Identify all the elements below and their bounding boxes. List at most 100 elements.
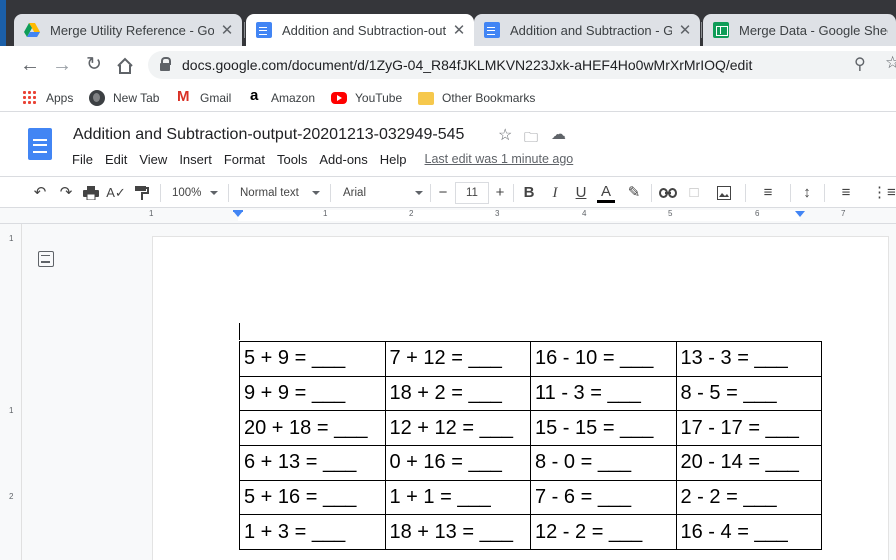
- menu-insert[interactable]: Insert: [179, 152, 212, 172]
- table-cell[interactable]: 13 - 3 = ___: [675, 341, 822, 377]
- close-tab-icon[interactable]: ✕: [452, 21, 466, 39]
- horizontal-ruler[interactable]: 1 1 2 3 4 5 6 7: [0, 208, 896, 224]
- last-edit-link[interactable]: Last edit was 1 minute ago: [425, 152, 574, 172]
- google-docs-logo-icon[interactable]: [28, 128, 52, 160]
- undo-icon[interactable]: ↶: [30, 183, 50, 203]
- table-cell[interactable]: 16 - 10 = ___: [530, 341, 677, 377]
- table-cell[interactable]: 17 - 17 = ___: [675, 410, 822, 447]
- decrease-font-size-icon[interactable]: −: [436, 183, 450, 203]
- apps-icon: [22, 90, 38, 106]
- bookmark-label: Other Bookmarks: [442, 91, 536, 105]
- bookmark-new-tab[interactable]: New Tab: [89, 89, 159, 107]
- move-to-folder-icon[interactable]: 🗀: [524, 127, 538, 151]
- table-cell[interactable]: 16 - 4 = ___: [675, 514, 822, 551]
- table-cell[interactable]: 18 + 13 = ___: [384, 514, 531, 551]
- forward-icon[interactable]: →: [50, 54, 74, 78]
- increase-font-size-icon[interactable]: +: [493, 183, 507, 203]
- cloud-saved-icon[interactable]: ☁: [551, 125, 566, 143]
- tab-merge-utility-reference[interactable]: Merge Utility Reference - Goog ✕: [14, 14, 242, 46]
- docs-header: Addition and Subtraction-output-20201213…: [0, 112, 896, 176]
- table-cell[interactable]: 8 - 5 = ___: [675, 375, 822, 412]
- table-cell[interactable]: 12 - 2 = ___: [530, 514, 677, 551]
- magnifier-icon[interactable]: ⚲: [854, 54, 866, 74]
- link-icon[interactable]: [658, 183, 678, 203]
- underline-button[interactable]: U: [572, 183, 590, 203]
- document-title[interactable]: Addition and Subtraction-output-20201213…: [73, 126, 464, 144]
- table-cell[interactable]: 5 + 16 = ___: [239, 479, 386, 516]
- back-icon[interactable]: ←: [18, 54, 42, 78]
- menu-format[interactable]: Format: [224, 152, 265, 172]
- toolbar-divider: [651, 184, 652, 202]
- menu-help[interactable]: Help: [380, 152, 407, 172]
- menu-edit[interactable]: Edit: [105, 152, 127, 172]
- italic-button[interactable]: I: [546, 183, 564, 203]
- bookmark-gmail[interactable]: Gmail: [176, 88, 231, 107]
- menu-view[interactable]: View: [139, 152, 167, 172]
- tab-addition-subtraction-output[interactable]: Addition and Subtraction-outp ✕: [246, 14, 474, 46]
- zoom-select[interactable]: 100%: [172, 183, 218, 203]
- table-cell[interactable]: 15 - 15 = ___: [530, 410, 677, 447]
- toolbar-divider: [228, 184, 229, 202]
- line-spacing-icon[interactable]: ↕: [797, 183, 817, 203]
- highlight-icon[interactable]: ✎: [624, 183, 644, 203]
- table-cell[interactable]: 9 + 9 = ___: [239, 375, 386, 412]
- table-cell[interactable]: 8 - 0 = ___: [530, 445, 677, 481]
- lock-icon[interactable]: [160, 57, 171, 71]
- bookmark-youtube[interactable]: YouTube: [331, 89, 402, 107]
- table-cell[interactable]: 2 - 2 = ___: [675, 479, 822, 516]
- paragraph-style-select[interactable]: Normal text: [240, 183, 320, 203]
- zoom-value: 100%: [172, 187, 202, 199]
- style-value: Normal text: [240, 187, 299, 199]
- tab-merge-data-sheets[interactable]: Merge Data - Google Sheets: [703, 14, 896, 46]
- tab-separator: [244, 22, 245, 38]
- bulleted-list-icon[interactable]: ⋮≡: [872, 183, 896, 203]
- menu-tools[interactable]: Tools: [277, 152, 307, 172]
- menu-add-ons[interactable]: Add-ons: [319, 152, 367, 172]
- right-indent-marker[interactable]: [795, 211, 805, 217]
- ruler-mark: 5: [668, 209, 673, 218]
- bookmark-amazon[interactable]: Amazon: [247, 87, 315, 107]
- table-cell[interactable]: 5 + 9 = ___: [239, 341, 386, 377]
- text-color-button[interactable]: A: [596, 183, 616, 203]
- reload-icon[interactable]: ↻: [82, 54, 106, 78]
- tab-addition-subtraction-template[interactable]: Addition and Subtraction - Goo ✕: [474, 14, 700, 46]
- close-tab-icon[interactable]: ✕: [220, 21, 234, 39]
- folder-icon: [418, 91, 434, 105]
- print-icon[interactable]: [81, 183, 101, 203]
- table-cell[interactable]: 1 + 1 = ___: [384, 479, 531, 516]
- left-indent-marker[interactable]: [233, 211, 243, 217]
- worksheet-table[interactable]: 5 + 9 = ___ 7 + 12 = ___ 16 - 10 = ___ 1…: [239, 341, 822, 551]
- close-tab-icon[interactable]: ✕: [678, 21, 692, 39]
- table-cell[interactable]: 11 - 3 = ___: [530, 375, 677, 412]
- insert-image-icon[interactable]: [710, 183, 738, 203]
- table-cell[interactable]: 1 + 3 = ___: [239, 514, 386, 551]
- bookmark-other[interactable]: Other Bookmarks: [418, 89, 535, 107]
- spellcheck-icon[interactable]: A✓: [106, 183, 126, 203]
- document-outline-icon[interactable]: [38, 251, 54, 267]
- table-cell[interactable]: 20 - 14 = ___: [675, 445, 822, 481]
- table-cell[interactable]: 12 + 12 = ___: [384, 410, 531, 447]
- star-icon[interactable]: ☆: [885, 53, 896, 73]
- table-cell[interactable]: 0 + 16 = ___: [384, 445, 531, 481]
- toolbar-divider: [790, 184, 791, 202]
- table-cell[interactable]: 7 - 6 = ___: [530, 479, 677, 516]
- star-icon[interactable]: ☆: [498, 125, 512, 145]
- font-size-input[interactable]: 11: [455, 182, 489, 204]
- url-bar[interactable]: docs.google.com/document/d/1ZyG-04_R84fJ…: [148, 51, 896, 79]
- home-icon[interactable]: [113, 54, 137, 78]
- bold-button[interactable]: B: [520, 183, 538, 203]
- table-cell[interactable]: 18 + 2 = ___: [384, 375, 531, 412]
- comment-icon[interactable]: □: [684, 183, 704, 203]
- url-text[interactable]: docs.google.com/document/d/1ZyG-04_R84fJ…: [182, 57, 752, 73]
- table-cell[interactable]: 7 + 12 = ___: [384, 341, 531, 377]
- menu-file[interactable]: File: [72, 152, 93, 172]
- table-cell[interactable]: 20 + 18 = ___: [239, 410, 386, 447]
- paint-format-icon[interactable]: [132, 183, 152, 203]
- align-icon[interactable]: ≡: [753, 183, 783, 203]
- numbered-list-icon[interactable]: ≡: [832, 183, 860, 203]
- redo-icon[interactable]: ↷: [56, 183, 76, 203]
- table-cell[interactable]: 6 + 13 = ___: [239, 445, 386, 481]
- font-select[interactable]: Arial: [343, 183, 423, 203]
- vertical-ruler[interactable]: 1 1 2: [0, 224, 22, 560]
- bookmark-apps[interactable]: Apps: [22, 89, 73, 107]
